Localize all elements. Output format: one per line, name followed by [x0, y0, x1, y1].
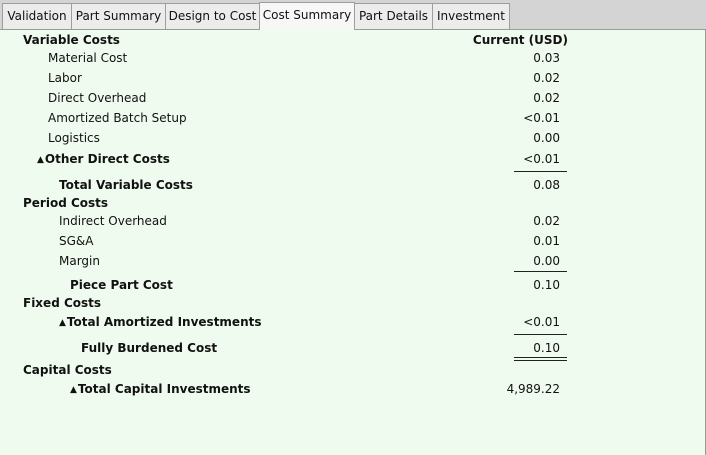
row-value-total-capital-investments: 4,989.22	[506, 382, 560, 396]
cost-summary-table: Variable Costs Current (USD) Material Co…	[0, 30, 706, 455]
row-label-indirect-overhead: Indirect Overhead	[59, 214, 167, 228]
tab-part-summary[interactable]: Part Summary	[71, 3, 166, 29]
row-total-capital-investments[interactable]: ▲Total Capital Investments	[70, 381, 251, 399]
row-label-piece-part-cost: Piece Part Cost	[70, 278, 173, 292]
row-value-sga: 0.01	[533, 234, 560, 248]
row-label-margin: Margin	[59, 254, 100, 268]
row-label-sga: SG&A	[59, 234, 94, 248]
row-value-other-direct-costs: <0.01	[523, 152, 560, 166]
total-double-divider	[514, 360, 567, 361]
row-value-margin: 0.00	[533, 254, 560, 268]
section-variable-costs: Variable Costs	[23, 33, 120, 47]
subtotal-divider	[514, 334, 567, 335]
subtotal-divider	[514, 171, 567, 172]
row-label-total-variable-costs: Total Variable Costs	[59, 178, 193, 192]
section-capital-costs: Capital Costs	[23, 363, 112, 377]
row-label-total-capital-investments: Total Capital Investments	[77, 382, 251, 396]
row-label-direct-overhead: Direct Overhead	[48, 91, 147, 105]
row-value-total-amortized-investments: <0.01	[523, 315, 560, 329]
tab-investment[interactable]: Investment	[432, 3, 510, 29]
tab-bar: Validation Part Summary Design to Cost C…	[0, 0, 706, 30]
row-other-direct-costs[interactable]: ▲Other Direct Costs	[37, 151, 170, 169]
row-label-fully-burdened-cost: Fully Burdened Cost	[81, 341, 218, 355]
row-value-direct-overhead: 0.02	[533, 91, 560, 105]
tab-part-details[interactable]: Part Details	[354, 3, 433, 29]
tab-cost-summary[interactable]: Cost Summary	[259, 2, 355, 30]
column-header-current: Current (USD)	[472, 33, 568, 47]
subtotal-divider	[514, 271, 567, 272]
row-total-amortized-investments[interactable]: ▲Total Amortized Investments	[59, 314, 262, 332]
cost-summary-window: { "tabs": [ {"label": "Validation"}, {"l…	[0, 0, 706, 455]
total-double-divider	[514, 357, 567, 358]
section-fixed-costs: Fixed Costs	[23, 296, 102, 310]
row-label-other-direct-costs: Other Direct Costs	[44, 152, 170, 166]
row-value-logistics: 0.00	[533, 131, 560, 145]
row-value-amortized-batch-setup: <0.01	[523, 111, 560, 125]
row-value-material-cost: 0.03	[533, 51, 560, 65]
row-value-total-variable-costs: 0.08	[533, 178, 560, 192]
row-value-fully-burdened-cost: 0.10	[533, 341, 560, 355]
expand-triangle-icon[interactable]: ▲	[37, 152, 44, 168]
row-label-total-amortized-investments: Total Amortized Investments	[66, 315, 262, 329]
tab-design-to-cost[interactable]: Design to Cost	[165, 3, 260, 29]
expand-triangle-icon[interactable]: ▲	[59, 315, 66, 331]
row-value-labor: 0.02	[533, 71, 560, 85]
row-label-amortized-batch-setup: Amortized Batch Setup	[48, 111, 187, 125]
section-period-costs: Period Costs	[23, 196, 109, 210]
row-value-piece-part-cost: 0.10	[533, 278, 560, 292]
row-label-logistics: Logistics	[48, 131, 100, 145]
row-label-material-cost: Material Cost	[48, 51, 128, 65]
expand-triangle-icon[interactable]: ▲	[70, 382, 77, 398]
tab-validation[interactable]: Validation	[2, 3, 72, 29]
row-label-labor: Labor	[48, 71, 82, 85]
row-value-indirect-overhead: 0.02	[533, 214, 560, 228]
